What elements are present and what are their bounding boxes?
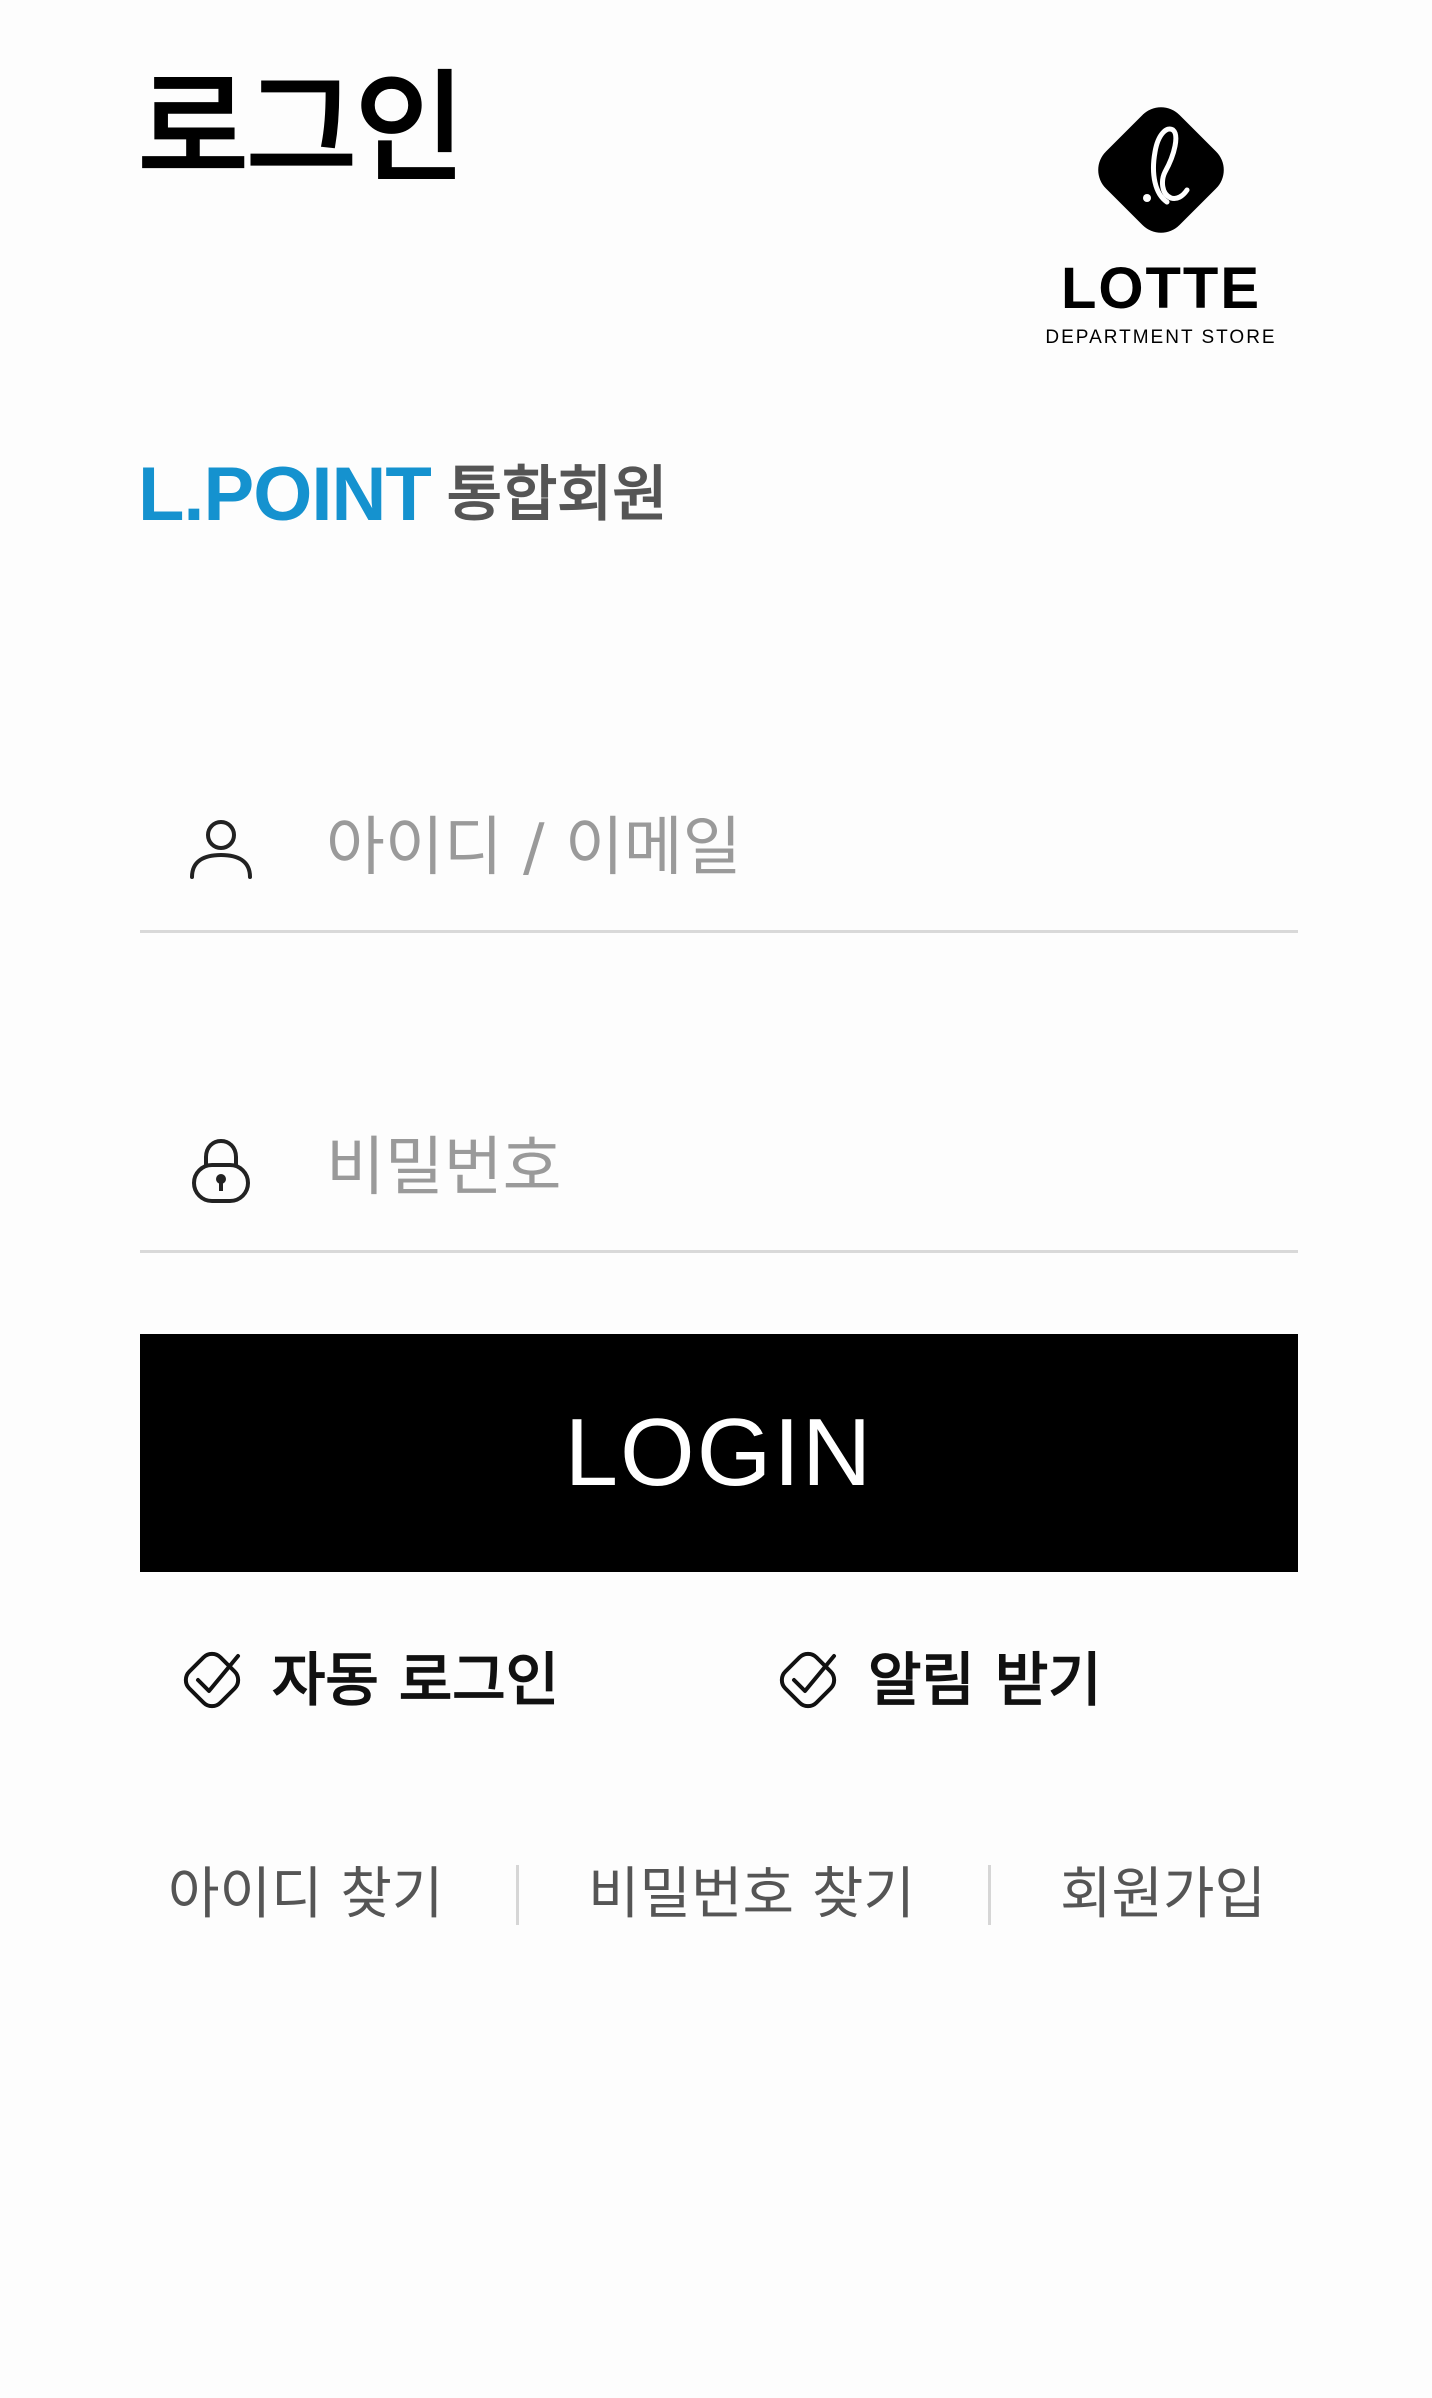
notification-label: 알림 받기 [868, 1646, 1102, 1714]
auto-login-label: 자동 로그인 [272, 1646, 559, 1714]
lock-icon [192, 1138, 250, 1203]
membership-label: 통합회원 [446, 460, 668, 530]
password-field [140, 1093, 1298, 1253]
lpoint-brand: L.POINT [138, 452, 432, 537]
logo-subtitle: DEPARTMENT STORE [1045, 327, 1277, 348]
membership-heading: L.POINT 통합회원 [138, 455, 668, 535]
account-links: 아이디 찾기 비밀번호 찾기 회원가입 [140, 1855, 1298, 1935]
id-input[interactable] [326, 773, 1286, 923]
lotte-logo: LOTTE DEPARTMENT STORE [1030, 90, 1292, 360]
user-icon [190, 820, 252, 879]
find-id-link[interactable]: 아이디 찾기 [168, 1855, 443, 1935]
notification-toggle[interactable]: 알림 받기 [772, 1640, 1102, 1720]
password-input[interactable] [326, 1093, 1286, 1243]
link-divider [516, 1865, 519, 1925]
auto-login-toggle[interactable]: 자동 로그인 [176, 1640, 559, 1720]
check-icon [183, 1651, 241, 1709]
lotte-l-mark-icon [1098, 107, 1224, 233]
link-divider [988, 1865, 991, 1925]
find-password-link[interactable]: 비밀번호 찾기 [588, 1855, 915, 1935]
logo-wordmark: LOTTE [1060, 256, 1262, 321]
join-link[interactable]: 회원가입 [1060, 1855, 1266, 1935]
check-icon [779, 1651, 837, 1709]
id-field [140, 773, 1298, 933]
login-button[interactable]: LOGIN [140, 1334, 1298, 1572]
page-title: 로그인 [138, 60, 465, 199]
